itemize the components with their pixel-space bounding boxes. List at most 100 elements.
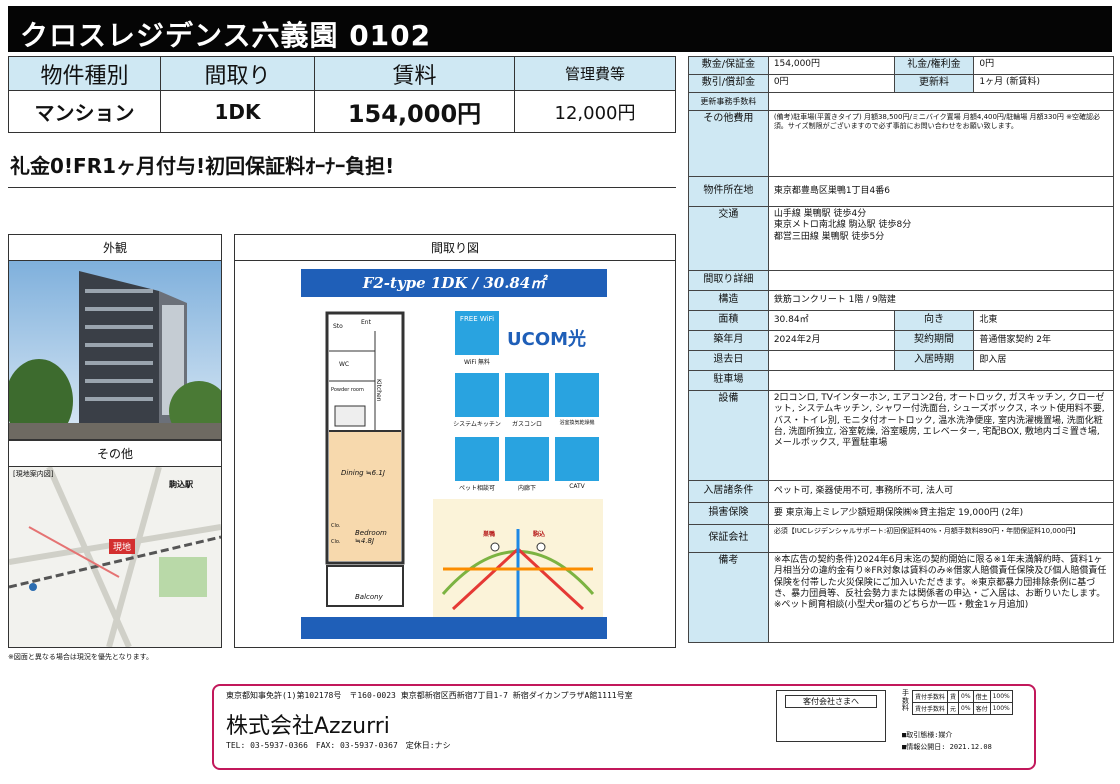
remarks-label: 備考 — [688, 552, 769, 643]
route-map: 巣鴨 駒込 — [433, 499, 603, 625]
free-wifi-icon: FREE WiFi — [455, 311, 499, 355]
remarks-value: ※本広告の契約条件)2024年6月末迄の契約開始に限る※1年未満解約時、賃料1ヶ… — [767, 552, 1115, 643]
move-in-label: 入居時期 — [893, 350, 975, 371]
value-management-fee: 12,000円 — [514, 90, 676, 133]
address-value: 東京都豊島区巣鴨1丁目4番6 — [767, 176, 1115, 207]
gas-stove-icon — [505, 373, 549, 417]
insurance-value: 要 東京海上ミレア少額短期保険㈱※貸主指定 19,000円 (2年) — [767, 502, 1115, 525]
fee-cell: 賃付手数料 — [911, 702, 949, 715]
agency-footer: 東京都知事免許(1)第102178号 〒160-0023 東京都新宿区西新宿7丁… — [212, 684, 1036, 770]
parking-label: 駐車場 — [688, 370, 769, 391]
floorplan-drawing — [325, 311, 405, 607]
parking-value — [767, 370, 1115, 391]
guarantor-value: 必須【IUCレジデンシャルサポート:初回保証料40%・月額手数料890円・年間保… — [767, 524, 1115, 553]
guarantor-label: 保証会社 — [688, 524, 769, 553]
transaction-type: ■取引態様:媒介 — [902, 731, 953, 739]
exterior-panel: 外観 — [5, 234, 229, 443]
inner-corridor-icon — [505, 437, 549, 481]
layout-detail-value — [767, 270, 1115, 291]
fee-cell: 賃付手数料 — [911, 690, 949, 703]
header-management-fee: 管理費等 — [514, 56, 676, 91]
value-rent: 154,000円 — [314, 90, 515, 133]
fee-table: 賃付手数料 賃 0% 借主 100% 賃付手数料 元 0% 客付 100% — [911, 690, 1013, 715]
ucom-logo: UCOM光 — [507, 329, 587, 350]
conditions-value: ペット可, 楽器使用不可, 事務所不可, 法人可 — [767, 480, 1115, 503]
plan-bottom-band — [301, 617, 607, 639]
exterior-label: 外観 — [9, 235, 221, 261]
room-balcony: Balcony — [355, 593, 383, 601]
area-label: 面積 — [688, 310, 769, 331]
built-value: 2024年2月 — [767, 330, 895, 351]
transport-label: 交通 — [688, 206, 769, 271]
room-sto: Sto — [333, 323, 343, 330]
feature-wifi-label: WiFi 無料 — [463, 359, 491, 366]
transport-line-2: 東京メトロ南北線 駒込駅 徒歩8分 — [773, 220, 912, 231]
renewal-value: 1ヶ月 (新賃料) — [973, 74, 1114, 93]
room-bedroom: Bedroom ≒4.8J — [355, 529, 387, 545]
built-label: 築年月 — [688, 330, 769, 351]
pet-icon — [455, 437, 499, 481]
other-cost-label: その他費用 — [688, 110, 769, 177]
structure-value: 鉄筋コンクリート 1階 / 9階建 — [767, 290, 1115, 311]
renewal-fee-value — [767, 92, 1115, 111]
fee-cell: 借主 — [972, 690, 991, 703]
disclaimer: ※図面と異なる場合は現況を優先となります。 — [8, 653, 153, 661]
feature-gas-label: ガスコンロ — [511, 421, 542, 428]
renewal-fee-label: 更新事務手数料 — [688, 92, 769, 111]
summary-table: 物件種別 間取り 賃料 管理費等 マンション 1DK 154,000円 12,0… — [8, 56, 676, 133]
fee-cell: 0% — [958, 690, 974, 703]
fee-cell: 100% — [989, 690, 1013, 703]
system-kitchen-icon — [455, 373, 499, 417]
value-property-type: マンション — [8, 90, 161, 133]
publish-date: ■情報公開日: 2021.12.08 — [902, 743, 992, 751]
deposit-value: 154,000円 — [767, 56, 895, 75]
other-panel: その他 [現地案内図] 現地 駒込駅 — [8, 440, 222, 648]
agency-contact: TEL: 03-5937-0366 FAX: 03-5937-0367 定休日:… — [226, 741, 451, 750]
fee-cell: 0% — [958, 702, 974, 715]
catv-icon — [555, 437, 599, 481]
shikibiki-label: 敷引/償却金 — [688, 74, 769, 93]
insurance-label: 損害保険 — [688, 502, 769, 525]
header-property-type: 物件種別 — [8, 56, 161, 91]
route-station-sugamo: 巣鴨 — [483, 531, 496, 538]
map-title: [現地案内図] — [13, 470, 54, 478]
bath-dryer-icon — [555, 373, 599, 417]
room-powder: Powder room — [331, 387, 364, 393]
stamp-box: 客付会社さまへ — [776, 690, 886, 742]
direction-value: 北東 — [973, 310, 1114, 331]
floorplan-image: F2-type 1DK / 30.84㎡ Ent Sto WC Powder r… — [235, 261, 675, 647]
room-ent: Ent — [361, 319, 371, 326]
room-dining: Dining ≒6.1J — [341, 469, 385, 477]
other-label: その他 — [9, 441, 221, 467]
direction-label: 向き — [893, 310, 975, 331]
stamp-label: 客付会社さまへ — [785, 695, 877, 708]
catch-copy: 礼金0!FR1ヶ月付与!初回保証料ｵｰﾅｰ負担! — [10, 154, 395, 178]
agency-license: 東京都知事免許(1)第102178号 〒160-0023 東京都新宿区西新宿7丁… — [226, 691, 633, 700]
room-wc: WC — [339, 361, 350, 368]
room-closet-2: Clo. — [331, 539, 341, 545]
header-layout: 間取り — [160, 56, 315, 91]
key-money-value: 0円 — [973, 56, 1114, 75]
vacate-value — [767, 350, 895, 371]
fee-cell: 元 — [947, 702, 960, 715]
move-in-value: 即入居 — [973, 350, 1114, 371]
value-layout: 1DK — [160, 90, 315, 133]
map-marker: 現地 — [109, 539, 136, 554]
fee-cell: 100% — [989, 702, 1013, 715]
fee-cell: 賃 — [947, 690, 960, 703]
renewal-label: 更新料 — [893, 74, 975, 93]
transport-line-3: 都営三田線 巣鴨駅 徒歩5分 — [773, 231, 885, 242]
feature-corridor-label: 内廊下 — [517, 485, 536, 492]
map-station-label: 駒込駅 — [169, 480, 193, 489]
catch-divider — [8, 187, 676, 188]
structure-label: 構造 — [688, 290, 769, 311]
address-label: 物件所在地 — [688, 176, 769, 207]
transport-line-1: 山手線 巣鴨駅 徒歩4分 — [773, 209, 867, 219]
header-rent: 賃料 — [314, 56, 515, 91]
room-kitchen: Kitchen — [375, 379, 382, 402]
floorplan-panel: 間取り図 F2-type 1DK / 30.84㎡ Ent Sto WC Pow… — [234, 234, 676, 648]
vacate-label: 退去日 — [688, 350, 769, 371]
contract-label: 契約期間 — [893, 330, 975, 351]
area-value: 30.84㎡ — [767, 310, 895, 331]
location-map: [現地案内図] 現地 駒込駅 — [9, 467, 221, 647]
